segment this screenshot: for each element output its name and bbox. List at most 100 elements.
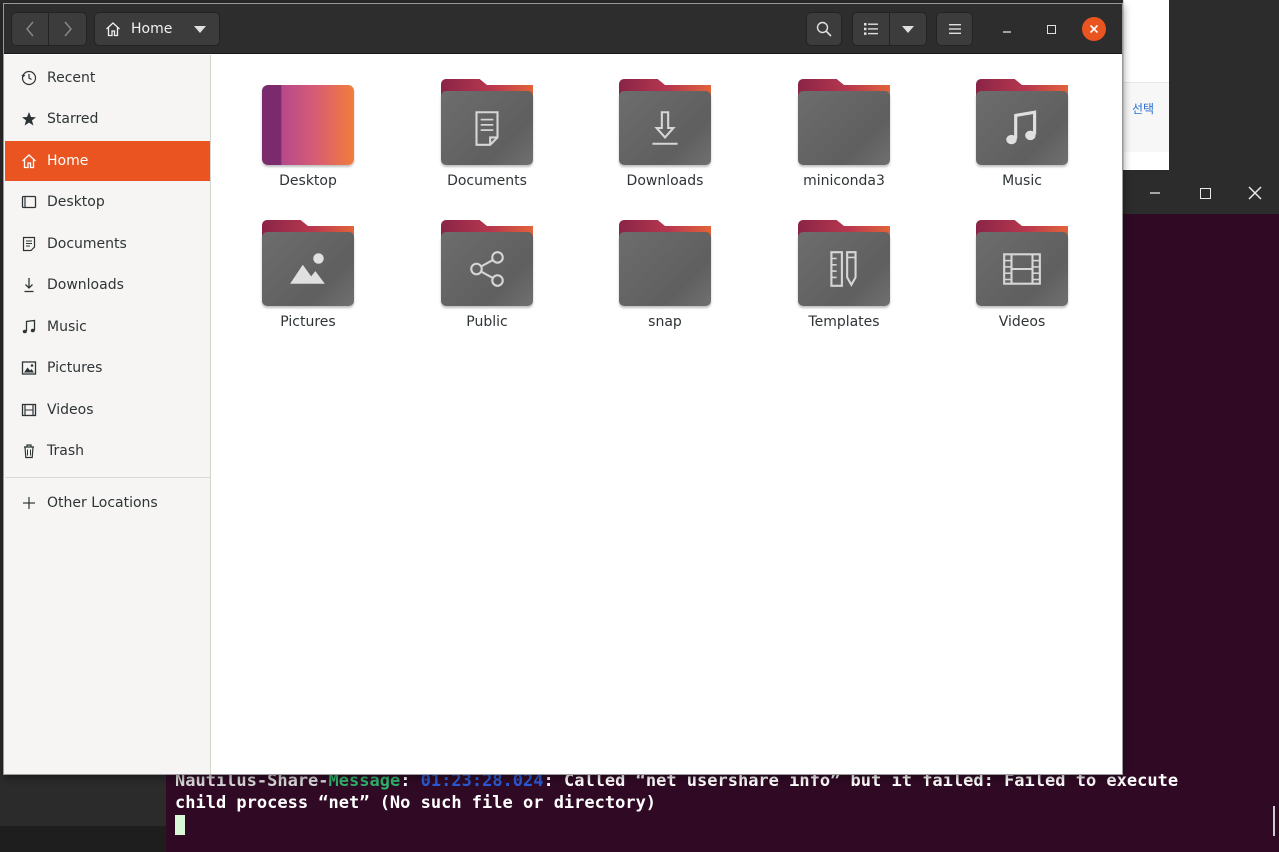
terminal-cursor [175, 815, 185, 835]
file-label: snap [648, 314, 682, 330]
sidebar-item-label: Downloads [47, 277, 124, 293]
close-icon [1089, 24, 1099, 34]
music-icon [20, 319, 37, 336]
plus-icon [20, 495, 37, 512]
file-view[interactable]: Desktop Documents Downloads miniconda3 M… [211, 55, 1121, 774]
picture-icon [20, 360, 37, 377]
path-bar-label: Home [131, 21, 173, 37]
sidebar-item-trash[interactable]: Trash [5, 431, 210, 471]
terminal-close-button[interactable] [1240, 180, 1270, 206]
path-bar-home-button[interactable]: Home [94, 12, 220, 46]
minimize-icon [1150, 192, 1160, 194]
desktop-icon [20, 194, 37, 211]
background-select-label[interactable]: 선택 [1132, 100, 1154, 117]
file-label: Templates [808, 314, 880, 330]
sidebar-item-label: Videos [47, 402, 94, 418]
background-window: 선택 [1123, 0, 1170, 170]
minimize-button[interactable] [995, 17, 1019, 41]
sidebar-item-other-locations[interactable]: Other Locations [5, 483, 210, 523]
background-taskbar [0, 826, 166, 852]
list-view-button[interactable] [852, 12, 890, 46]
file-item-templates[interactable]: Templates [774, 210, 914, 340]
list-icon [864, 23, 878, 35]
file-item-desktop[interactable]: Desktop [238, 69, 378, 199]
file-label: Desktop [279, 173, 337, 189]
terminal-scrollbar[interactable] [1273, 806, 1275, 836]
hamburger-menu-icon [948, 24, 961, 34]
file-label: Documents [447, 173, 527, 189]
folder-icon [619, 220, 711, 306]
picture-icon [262, 220, 354, 306]
terminal-output[interactable]: Nautilus-Share-Message: 01:23:28.024: Ca… [175, 770, 1178, 836]
sidebar-separator [5, 477, 210, 478]
sidebar-item-music[interactable]: Music [5, 307, 210, 347]
sidebar-item-label: Desktop [47, 194, 105, 210]
document-icon [441, 79, 533, 165]
home-icon [20, 153, 37, 170]
maximize-button[interactable] [1039, 17, 1063, 41]
sidebar-item-downloads[interactable]: Downloads [5, 265, 210, 305]
sidebar-item-desktop[interactable]: Desktop [5, 182, 210, 222]
maximize-icon [1199, 187, 1211, 199]
sidebar-item-recent[interactable]: Recent [5, 58, 210, 98]
file-manager-window[interactable]: Home Recent Starred Home Desktop Documen… [3, 3, 1123, 775]
trash-icon [20, 443, 37, 460]
file-item-miniconda3[interactable]: miniconda3 [774, 69, 914, 199]
file-item-downloads[interactable]: Downloads [595, 69, 735, 199]
file-item-documents[interactable]: Documents [417, 69, 557, 199]
home-icon [106, 22, 120, 37]
file-label: Music [1002, 173, 1042, 189]
sidebar-item-label: Documents [47, 236, 127, 252]
sidebar-item-label: Starred [47, 111, 99, 127]
file-label: Pictures [280, 314, 336, 330]
video-icon [20, 402, 37, 419]
terminal-line2: child process “net” (No such file or dir… [175, 793, 657, 813]
chevron-down-icon [902, 25, 914, 33]
file-item-snap[interactable]: snap [595, 210, 735, 340]
main-menu-button[interactable] [936, 12, 973, 46]
templates-icon [798, 220, 890, 306]
background-window-strip [1124, 82, 1170, 152]
sidebar-item-home[interactable]: Home [5, 141, 210, 181]
back-button[interactable] [11, 12, 49, 46]
sidebar-item-label: Trash [47, 443, 84, 459]
file-label: miniconda3 [803, 173, 885, 189]
folder-icon [798, 79, 890, 165]
minimize-icon [1003, 31, 1011, 33]
share-icon [441, 220, 533, 306]
video-icon [976, 220, 1068, 306]
view-options-button[interactable] [889, 12, 927, 46]
file-label: Downloads [626, 173, 704, 189]
clock-icon [20, 70, 37, 87]
star-icon [20, 111, 37, 128]
close-button[interactable] [1082, 17, 1106, 41]
file-item-pictures[interactable]: Pictures [238, 210, 378, 340]
chevron-down-icon [194, 25, 207, 33]
sidebar-item-label: Pictures [47, 360, 103, 376]
chevron-right-icon [63, 21, 72, 37]
headerbar[interactable]: Home [4, 4, 1122, 54]
sidebar-item-pictures[interactable]: Pictures [5, 348, 210, 388]
search-button[interactable] [806, 12, 842, 46]
sidebar-item-starred[interactable]: Starred [5, 99, 210, 139]
close-icon [1248, 186, 1262, 200]
file-item-videos[interactable]: Videos [952, 210, 1092, 340]
terminal-minimize-button[interactable] [1140, 180, 1170, 206]
sidebar-item-videos[interactable]: Videos [5, 390, 210, 430]
file-item-music[interactable]: Music [952, 69, 1092, 199]
document-icon [20, 236, 37, 253]
file-item-public[interactable]: Public [417, 210, 557, 340]
search-icon [816, 21, 832, 37]
file-label: Public [466, 314, 508, 330]
download-icon [20, 277, 37, 294]
desktop-folder-icon [262, 85, 354, 165]
forward-button[interactable] [48, 12, 87, 46]
sidebar-item-documents[interactable]: Documents [5, 224, 210, 264]
chevron-left-icon [26, 21, 34, 37]
sidebar: Recent Starred Home Desktop Documents Do… [4, 55, 211, 774]
sidebar-item-label: Other Locations [47, 495, 158, 511]
maximize-icon [1046, 24, 1056, 34]
background-dark-panel [1169, 0, 1279, 172]
terminal-maximize-button[interactable] [1190, 180, 1220, 206]
download-icon [619, 79, 711, 165]
